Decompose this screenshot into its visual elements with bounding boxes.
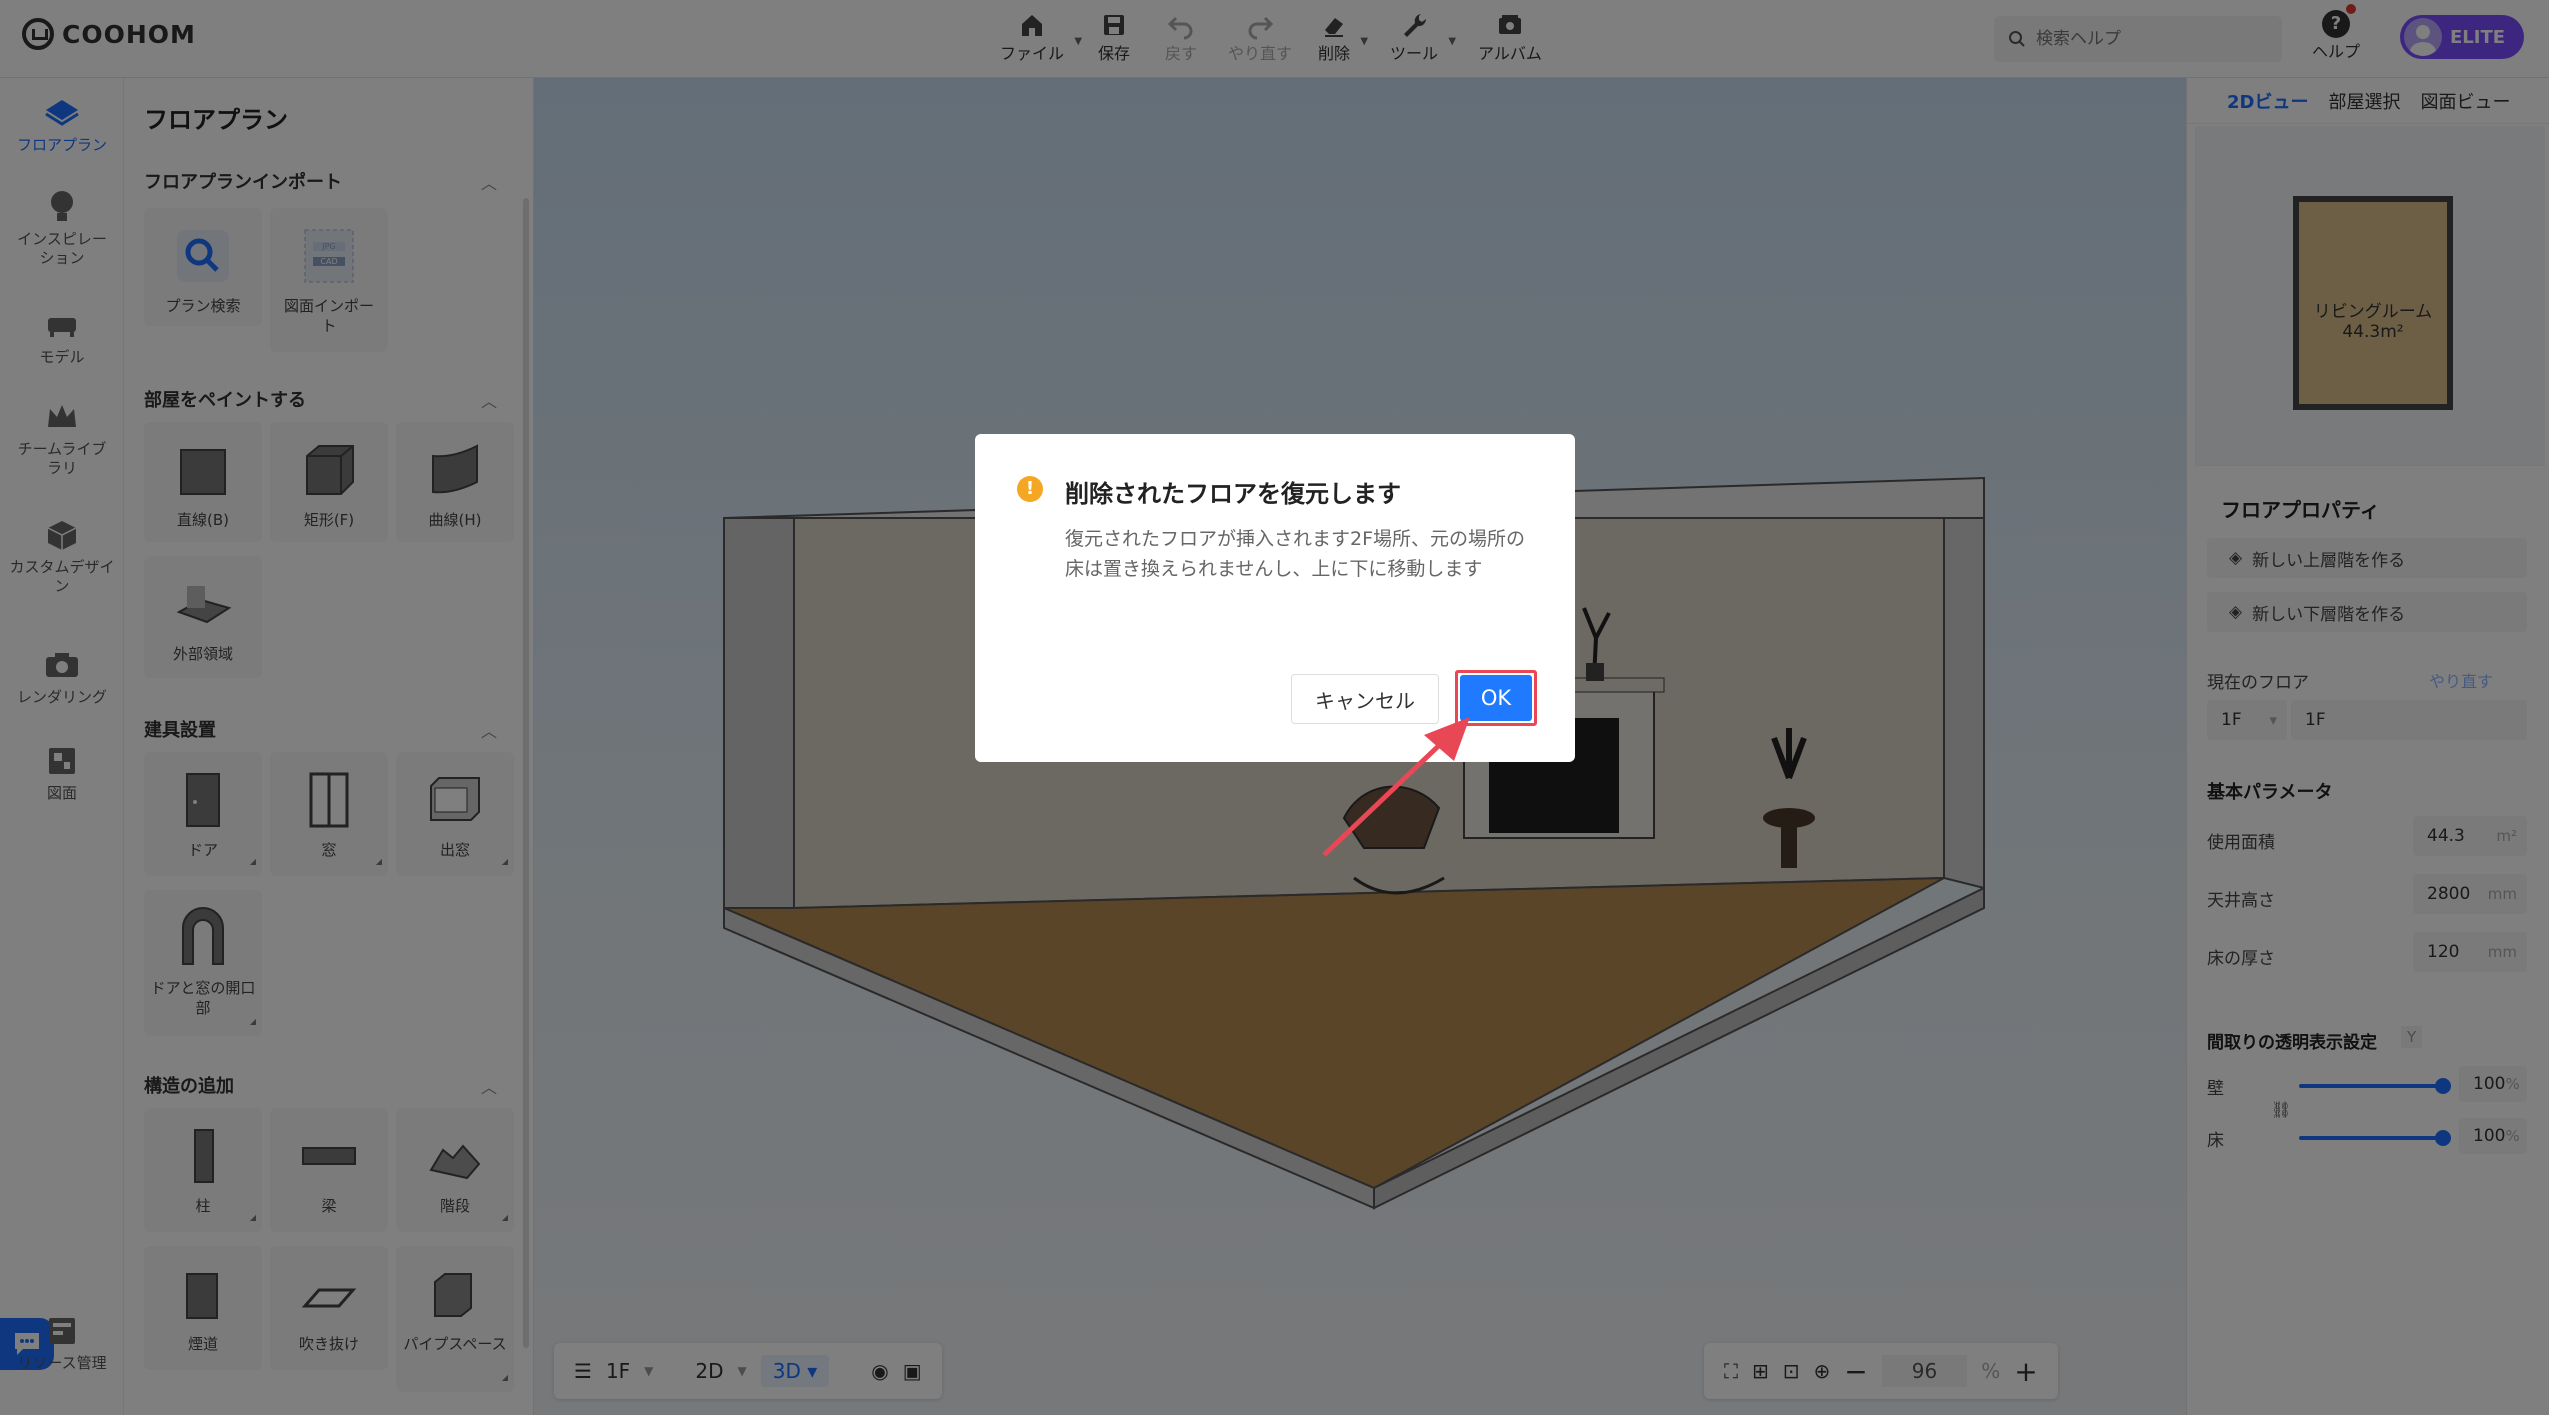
dialog-message: 復元されたフロアが挿入されます2F場所、元の場所の床は置き換えられませんし、上に… [1065,528,1526,580]
pointer-arrow [1322,717,1470,857]
dialog-title: 削除されたフロアを復元します [1065,480,1401,508]
warning-icon: ! [1017,476,1043,502]
restore-floor-dialog: ! 削除されたフロアを復元します 復元されたフロアが挿入されます2F場所、元の場… [975,434,1575,762]
app-root: COOHOM ファイル ▼ 保存 戻す やり直す 削除 ▼ ツール ▼ [0,0,2549,1415]
